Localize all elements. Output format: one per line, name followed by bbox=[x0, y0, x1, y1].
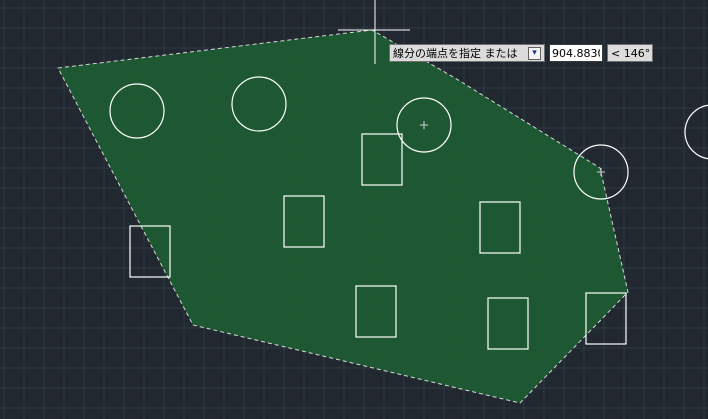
angle-value: < 146° bbox=[611, 46, 651, 60]
down-arrow-icon[interactable]: ▾ bbox=[528, 46, 541, 60]
dynamic-input-tooltip: 線分の端点を指定 または ▾ < 146° bbox=[389, 44, 653, 62]
angle-field[interactable]: < 146° bbox=[607, 44, 653, 62]
length-input[interactable] bbox=[549, 44, 603, 62]
command-prompt: 線分の端点を指定 または ▾ bbox=[389, 44, 545, 62]
circle-entity[interactable] bbox=[684, 104, 708, 160]
prompt-text: 線分の端点を指定 または bbox=[393, 47, 518, 60]
drawing-canvas[interactable] bbox=[0, 0, 708, 419]
